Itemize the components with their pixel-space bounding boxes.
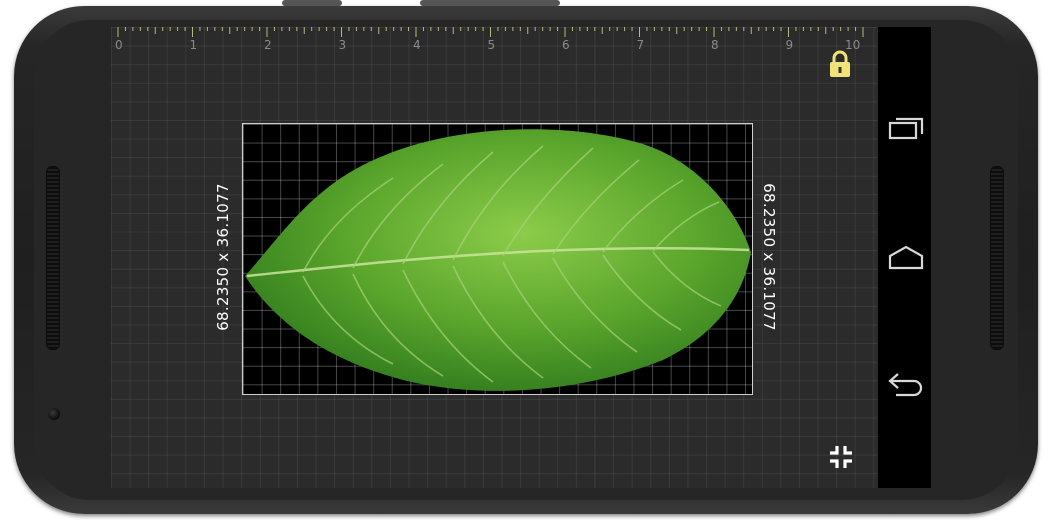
ruler-label: 9	[785, 38, 794, 52]
ruler-label: 3	[338, 38, 347, 52]
recent-apps-icon	[888, 117, 924, 140]
ruler-label: 8	[711, 38, 719, 52]
ruler-label: 6	[562, 38, 570, 52]
dimension-label-left: 68.2350 x 36.1077	[214, 183, 232, 331]
home-icon	[888, 245, 924, 270]
ruler-label: 4	[413, 38, 421, 52]
leaf-image	[245, 129, 751, 391]
navigation-bar	[878, 27, 931, 488]
ruler-app-canvas[interactable]: 0 1 2 3 4 5 6 7 8 9 10 68.2350 x 36.1077…	[111, 27, 878, 488]
home-button[interactable]	[886, 241, 926, 275]
ruler-label: 2	[264, 38, 272, 52]
measurement-box[interactable]	[242, 123, 753, 395]
ruler-label: 0	[115, 38, 123, 52]
lock-icon[interactable]	[827, 49, 853, 79]
dimension-label-right: 68.2350 x 36.1077	[760, 183, 778, 331]
ruler-label: 1	[189, 38, 198, 52]
ruler-label: 7	[636, 38, 645, 52]
ruler-label: 5	[487, 38, 496, 52]
back-button[interactable]	[886, 367, 926, 401]
exit-fullscreen-icon[interactable]	[827, 443, 855, 471]
front-camera	[48, 408, 60, 420]
speaker-grille-left	[46, 166, 60, 350]
recent-apps-button[interactable]	[886, 111, 926, 145]
speaker-grille-right	[990, 166, 1004, 350]
hardware-button	[420, 0, 560, 6]
back-icon	[888, 373, 923, 397]
ruler-ticks	[117, 27, 864, 37]
screen: 0 1 2 3 4 5 6 7 8 9 10 68.2350 x 36.1077…	[111, 27, 931, 488]
hardware-button	[282, 0, 342, 6]
